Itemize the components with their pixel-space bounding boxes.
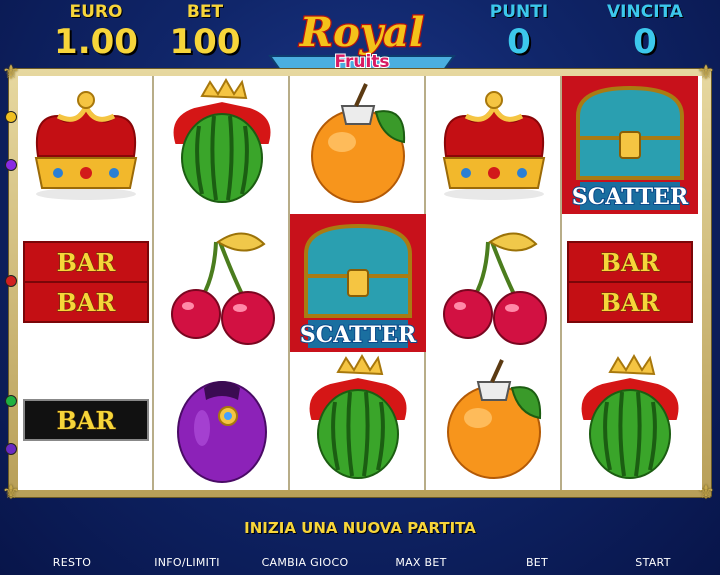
reels-area: BAR BAR BAR SCATTER SCATTER BAR BAR	[18, 76, 702, 490]
svg-text:BAR: BAR	[601, 248, 661, 277]
plum-symbol	[154, 352, 290, 490]
svg-text:SCATTER: SCATTER	[572, 184, 689, 210]
orange-symbol	[426, 352, 562, 490]
vincita-display: VINCITA 0	[596, 2, 694, 62]
reel-4	[426, 76, 562, 490]
reel-5: SCATTER BAR BAR	[562, 76, 698, 490]
vincita-value: 0	[633, 22, 657, 62]
plum-symbol-icon	[177, 381, 267, 483]
single-bar-symbol: BAR	[18, 352, 154, 490]
svg-text:BAR: BAR	[57, 288, 117, 317]
bet-value: 100	[169, 22, 241, 62]
double-bar-symbol: BAR BAR	[18, 214, 154, 352]
orange-symbol-icon	[447, 359, 542, 479]
control-bar: RESTO INFO/LIMITI CAMBIA GIOCO MAX BET B…	[0, 556, 720, 575]
euro-label: EURO	[69, 2, 123, 22]
single-bar-symbol-icon: BAR	[23, 399, 149, 441]
euro-value: 1.00	[54, 22, 138, 62]
status-message: INIZIA UNA NUOVA PARTITA	[244, 519, 476, 537]
double-bar-symbol-icon: BAR BAR	[23, 241, 149, 323]
watermelon-king-symbol-icon	[305, 353, 411, 479]
payline-marker-icon	[5, 395, 17, 407]
payline-marker-icon	[5, 111, 17, 123]
svg-text:BAR: BAR	[57, 248, 117, 277]
cherries-symbol-icon	[443, 232, 547, 345]
logo-royal-text: Royal	[299, 9, 424, 56]
reel-3: SCATTER	[290, 76, 426, 490]
watermelon-king-symbol	[562, 352, 698, 490]
svg-text:BAR: BAR	[601, 288, 661, 317]
start-button[interactable]: START	[635, 556, 670, 569]
royal-fruits-logo: Royal Fruits	[268, 8, 456, 73]
bet-label: BET	[186, 2, 224, 22]
crown-symbol-icon	[34, 91, 138, 200]
punti-display: PUNTI 0	[478, 2, 560, 62]
reel-1: BAR BAR BAR	[18, 76, 154, 490]
payline-marker-icon	[5, 275, 17, 287]
watermelon-king-symbol-icon	[577, 353, 683, 479]
scatter-chest-symbol-icon: SCATTER	[562, 76, 698, 214]
scatter-chest-symbol: SCATTER	[290, 214, 426, 352]
svg-text:BAR: BAR	[57, 406, 117, 435]
max-bet-button[interactable]: MAX BET	[395, 556, 446, 569]
punti-value: 0	[507, 22, 531, 62]
payline-marker-icon	[5, 159, 17, 171]
cherries-symbol	[154, 214, 290, 352]
orange-symbol	[290, 76, 426, 214]
watermelon-king-symbol	[290, 352, 426, 490]
crown-symbol-icon	[442, 91, 546, 200]
bet-button[interactable]: BET	[526, 556, 548, 569]
euro-display: EURO 1.00	[48, 2, 144, 62]
double-bar-symbol: BAR BAR	[562, 214, 698, 352]
watermelon-king-symbol	[154, 76, 290, 214]
vincita-label: VINCITA	[607, 2, 683, 22]
crown-symbol	[18, 76, 154, 214]
cambia-gioco-button[interactable]: CAMBIA GIOCO	[262, 556, 349, 569]
svg-text:SCATTER: SCATTER	[300, 322, 417, 348]
resto-button[interactable]: RESTO	[53, 556, 91, 569]
crown-symbol	[426, 76, 562, 214]
watermelon-king-symbol-icon	[169, 77, 275, 203]
info-limiti-button[interactable]: INFO/LIMITI	[154, 556, 220, 569]
punti-label: PUNTI	[489, 2, 549, 22]
bet-display: BET 100	[160, 2, 250, 62]
double-bar-symbol-icon: BAR BAR	[567, 241, 693, 323]
reel-2	[154, 76, 290, 490]
scatter-chest-symbol: SCATTER	[562, 76, 698, 214]
payline-marker-icon	[5, 443, 17, 455]
scatter-chest-symbol-icon: SCATTER	[290, 214, 426, 352]
cherries-symbol-icon	[171, 232, 275, 345]
orange-symbol-icon	[311, 83, 406, 203]
cherries-symbol	[426, 214, 562, 352]
